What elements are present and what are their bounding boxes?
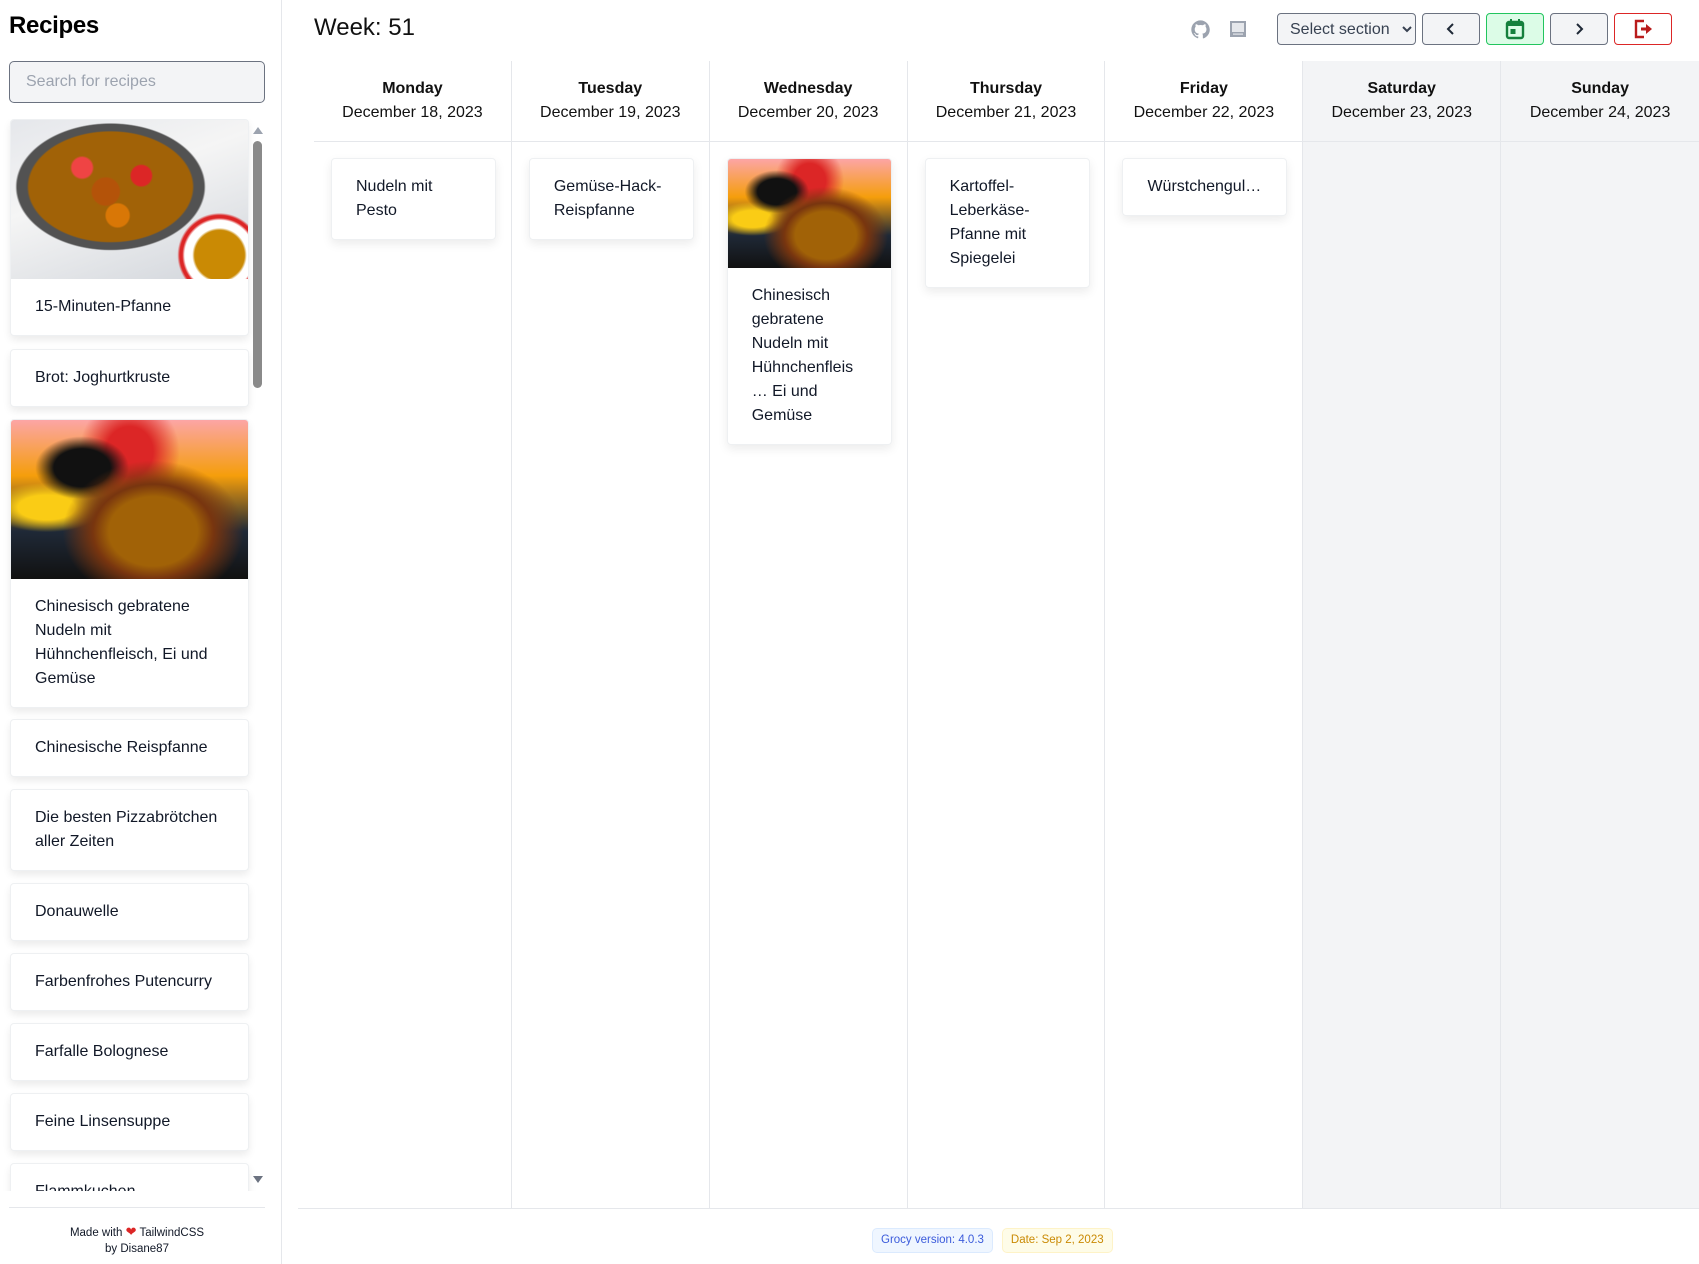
recipe-card[interactable]: Die besten Pizzabrötchen aller Zeiten (10, 789, 249, 871)
day-name: Monday (382, 80, 443, 97)
recipe-card[interactable]: Farbenfrohes Putencurry (10, 953, 249, 1011)
meal-card[interactable]: Würstchengul… (1122, 158, 1288, 216)
day-date: December 21, 2023 (935, 104, 1077, 121)
recipe-name: Flammkuchen (11, 1164, 248, 1191)
recipe-name: Farfalle Bolognese (35, 1043, 169, 1060)
day-column-saturday[interactable]: Saturday December 23, 2023 (1303, 61, 1502, 1208)
chevron-left-icon (1446, 23, 1454, 35)
day-date: December 19, 2023 (540, 104, 681, 121)
day-date: December 23, 2023 (1331, 104, 1472, 121)
header-toolbar: Select section (1189, 13, 1672, 45)
grid-bottom-divider (298, 1208, 1699, 1209)
week-calendar: Monday December 18, 2023 Nudeln mit Pest… (314, 61, 1699, 1208)
recipe-card[interactable]: Chinesische Reispfanne (10, 719, 249, 777)
week-title: Week: 51 (314, 14, 415, 41)
meal-card[interactable]: Gemüse-Hack-Reispfanne (528, 158, 694, 240)
recipe-name: Donauwelle (35, 903, 119, 920)
recipe-card[interactable]: Donauwelle (10, 883, 249, 941)
section-select[interactable]: Select section (1277, 13, 1416, 45)
app-footer: Grocy version: 4.0.3 Date: Sep 2, 2023 (872, 1228, 1113, 1253)
meal-card[interactable]: Kartoffel-Leberkäse-Pfanne mit Spiegelei (924, 158, 1090, 288)
document-icon[interactable] (1227, 18, 1249, 40)
meal-name: Nudeln mit Pesto (356, 178, 433, 219)
scroll-up-arrow-icon[interactable] (253, 127, 263, 134)
day-date: December 18, 2023 (342, 104, 483, 121)
day-date: December 22, 2023 (1133, 104, 1275, 121)
calendar-today-icon (1505, 19, 1525, 40)
meal-card[interactable]: Nudeln mit Pesto (331, 158, 496, 240)
made-with-text: Made with (69, 1227, 123, 1239)
fried-noodles-photo (11, 420, 248, 579)
heart-icon: ❤ (125, 1224, 137, 1239)
recipe-list: 15-Minuten-Pfanne Brot: Joghurtkruste Ch… (0, 119, 264, 1191)
meal-name: Würstchengul… (1147, 178, 1262, 195)
day-column-sunday[interactable]: Sunday December 24, 2023 (1501, 61, 1699, 1208)
logout-button[interactable] (1614, 13, 1672, 45)
recipe-name: Chinesisch gebratene Nudeln mit Hühnchen… (35, 598, 208, 687)
day-header: Thursday December 21, 2023 (907, 61, 1105, 142)
skillet-pasta-photo (11, 120, 248, 279)
recipe-search-input[interactable] (9, 61, 265, 103)
version-badge: Grocy version: 4.0.3 (872, 1228, 993, 1253)
day-name: Wednesday (763, 80, 853, 97)
day-name: Saturday (1367, 80, 1436, 97)
meal-card[interactable]: Chinesisch gebratene Nudeln mit Hühnchen… (726, 158, 892, 445)
recipe-name: Chinesische Reispfanne (35, 739, 208, 756)
day-header: Friday December 22, 2023 (1105, 61, 1303, 142)
recipe-name: Feine Linsensuppe (35, 1113, 171, 1130)
recipe-card[interactable]: Chinesisch gebratene Nudeln mit Hühnchen… (10, 419, 249, 708)
day-column-friday[interactable]: Friday December 22, 2023 Würstchengul… (1105, 61, 1304, 1208)
tailwind-text: TailwindCSS (139, 1227, 205, 1239)
day-header: Tuesday December 19, 2023 (511, 61, 709, 142)
recipe-card[interactable]: Flammkuchen (10, 1163, 249, 1191)
meal-name: Chinesisch gebratene Nudeln mit Hühnchen… (751, 287, 854, 424)
author-text: by Disane87 (105, 1243, 169, 1255)
scroll-down-arrow-icon[interactable] (253, 1176, 263, 1183)
day-name: Friday (1179, 80, 1228, 97)
chevron-right-icon (1576, 23, 1584, 35)
previous-week-button[interactable] (1422, 13, 1480, 45)
recipe-name: Farbenfrohes Putencurry (35, 973, 212, 990)
next-week-button[interactable] (1550, 13, 1608, 45)
day-column-thursday[interactable]: Thursday December 21, 2023 Kartoffel-Leb… (907, 61, 1106, 1208)
made-with-credit: Made with ❤ TailwindCSS by Disane87 (0, 1224, 274, 1257)
day-name: Tuesday (578, 80, 643, 97)
date-badge: Date: Sep 2, 2023 (1001, 1228, 1113, 1253)
day-column-monday[interactable]: Monday December 18, 2023 Nudeln mit Pest… (314, 61, 512, 1208)
recipe-card[interactable]: 15-Minuten-Pfanne (10, 119, 249, 336)
day-column-tuesday[interactable]: Tuesday December 19, 2023 Gemüse-Hack-Re… (511, 61, 710, 1208)
day-header: Monday December 18, 2023 (314, 61, 511, 142)
day-header: Sunday December 24, 2023 (1501, 61, 1699, 142)
recipe-card[interactable]: Brot: Joghurtkruste (10, 349, 249, 407)
scrollbar-thumb[interactable] (253, 141, 262, 388)
meal-name: Gemüse-Hack-Reispfanne (553, 178, 662, 219)
recipe-card[interactable]: Farfalle Bolognese (10, 1023, 249, 1081)
recipe-sidebar: Recipes 15-Minuten-Pfanne Brot: Joghurtk… (0, 0, 282, 1264)
day-header: Wednesday December 20, 2023 (709, 61, 907, 142)
recipe-card[interactable]: Feine Linsensuppe (10, 1093, 249, 1151)
meal-name: Kartoffel-Leberkäse-Pfanne mit Spiegelei (949, 178, 1030, 267)
day-name: Thursday (970, 80, 1043, 97)
logout-icon (1634, 19, 1652, 39)
day-column-wednesday[interactable]: Wednesday December 20, 2023 Chinesisch g… (709, 61, 908, 1208)
day-name: Sunday (1571, 80, 1629, 97)
sidebar-title: Recipes (9, 12, 99, 39)
fried-noodles-photo (727, 159, 891, 268)
recipe-list-scrollbar[interactable] (250, 119, 264, 1191)
day-header: Saturday December 23, 2023 (1303, 61, 1501, 142)
day-date: December 20, 2023 (737, 104, 879, 121)
recipe-name: 15-Minuten-Pfanne (35, 298, 172, 315)
github-icon[interactable] (1189, 18, 1211, 40)
recipe-name: Die besten Pizzabrötchen aller Zeiten (35, 809, 218, 850)
sidebar-divider (9, 1207, 265, 1208)
current-week-button[interactable] (1486, 13, 1544, 45)
recipe-name: Brot: Joghurtkruste (35, 369, 171, 386)
day-date: December 24, 2023 (1529, 104, 1671, 121)
